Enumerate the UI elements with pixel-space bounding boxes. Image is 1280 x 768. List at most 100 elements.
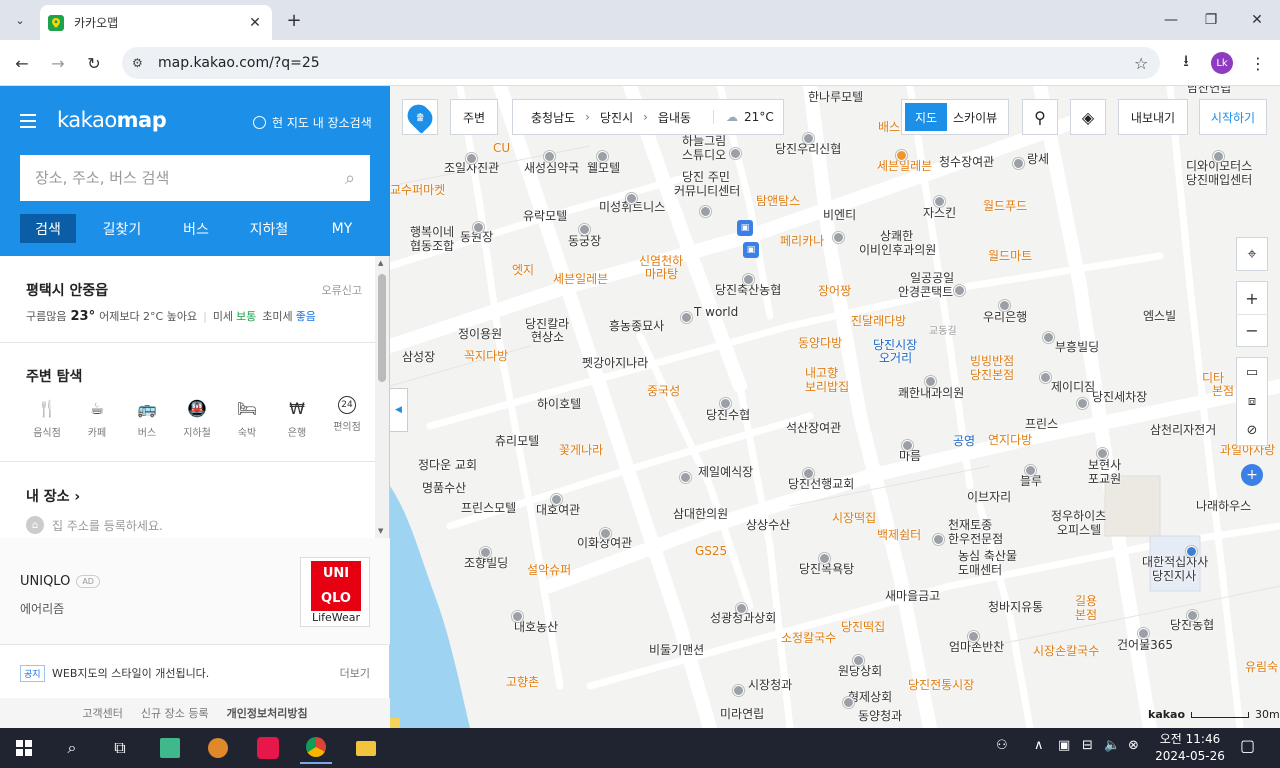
poi-marker-icon[interactable] <box>954 285 965 296</box>
map-label[interactable]: 엄마손반찬 <box>949 640 1004 654</box>
tab-bus[interactable]: 버스 <box>168 214 224 243</box>
tray-chevron-up-icon[interactable]: ∧ <box>1034 738 1044 753</box>
map-label[interactable]: 동양청과 <box>858 709 902 723</box>
hamburger-menu-icon[interactable] <box>20 114 36 128</box>
poi-marker-icon[interactable] <box>1097 448 1108 459</box>
map-label[interactable]: 당진전통시장 <box>908 678 974 692</box>
scroll-up-arrow-icon[interactable]: ▲ <box>378 259 383 267</box>
map-label[interactable]: 오거리 <box>879 351 912 365</box>
map-label[interactable]: 하이호텔 <box>537 397 581 411</box>
map-label[interactable]: 보리밥집 <box>805 380 849 394</box>
map-label[interactable]: 시장손칼국수 <box>1033 644 1099 658</box>
poi-marker-icon[interactable] <box>626 193 637 204</box>
map-label[interactable]: 자스킨 <box>923 206 956 220</box>
map-label[interactable]: 삼천리자전거 <box>1150 423 1216 437</box>
ime-close-icon[interactable]: ⊗ <box>1128 738 1139 753</box>
map-label[interactable]: T world <box>694 305 738 319</box>
map-label[interactable]: 미라연립 <box>720 707 764 721</box>
volume-icon[interactable]: 🔈 <box>1104 738 1120 753</box>
search-icon[interactable]: ⌕ <box>330 168 370 189</box>
poi-marker-icon[interactable] <box>579 224 590 235</box>
tiger-app-icon[interactable] <box>202 732 234 764</box>
nearby-button[interactable]: 주변 <box>450 99 498 135</box>
map-label[interactable]: 당진목욕탕 <box>799 562 854 576</box>
region-city[interactable]: 당진시 <box>600 109 633 126</box>
scroll-down-arrow-icon[interactable]: ▼ <box>378 527 383 535</box>
area-measure-icon[interactable]: ⧈ <box>1236 387 1268 416</box>
map-label[interactable]: 월드마트 <box>988 249 1032 263</box>
map-label[interactable]: 커뮤니티센터 <box>674 184 740 198</box>
poi-marker-icon[interactable] <box>736 603 747 614</box>
hospital-marker-icon[interactable] <box>925 376 936 387</box>
map-label[interactable]: 당진선행교회 <box>788 477 854 491</box>
map-label[interactable]: 나래하우스 <box>1196 499 1251 513</box>
poi-marker-icon[interactable] <box>544 151 555 162</box>
map-label[interactable]: 삼대한의원 <box>673 507 728 521</box>
map-label[interactable]: 마름 <box>899 449 921 463</box>
map-label[interactable]: 도매센터 <box>958 563 1002 577</box>
map-label[interactable]: 랑세 <box>1027 152 1049 166</box>
map-label[interactable]: 공영 <box>953 434 975 448</box>
poi-marker-icon[interactable] <box>843 697 854 708</box>
task-view-icon[interactable]: ⧉ <box>104 732 136 764</box>
poi-marker-icon[interactable] <box>680 472 691 483</box>
map-label[interactable]: 한우전문점 <box>948 532 1003 546</box>
map-label[interactable]: 빙빙반점 <box>970 354 1014 368</box>
zoom-in-icon[interactable]: + <box>1236 282 1268 314</box>
map-label[interactable]: 마라탕 <box>645 267 678 281</box>
inmap-search-toggle[interactable]: 현 지도 내 장소검색 <box>253 114 372 131</box>
export-button[interactable]: 내보내기 <box>1118 99 1188 135</box>
poi-marker-icon[interactable] <box>730 148 741 159</box>
map-label[interactable]: 청수장여관 <box>939 155 994 169</box>
map-label[interactable]: 일공공일 <box>910 271 954 285</box>
map-label[interactable]: 새성심약국 <box>524 161 579 175</box>
add-place-plus-icon[interactable]: + <box>1241 464 1263 486</box>
poi-marker-icon[interactable] <box>597 151 608 162</box>
map-label[interactable]: 청바지유통 <box>988 600 1043 614</box>
map-label[interactable]: 협동조합 <box>410 239 454 253</box>
poi-marker-icon[interactable] <box>833 232 844 243</box>
poi-marker-icon[interactable] <box>853 655 864 666</box>
notice-text[interactable]: WEB지도의 스타일이 개선됩니다. <box>52 665 209 681</box>
map-label[interactable]: 본점 <box>1212 384 1234 398</box>
new-tab-plus-icon[interactable]: + <box>282 8 306 32</box>
taskbar-search-icon[interactable]: ⌕ <box>56 732 88 764</box>
search-input[interactable] <box>35 169 330 187</box>
zoom-out-icon[interactable]: − <box>1236 314 1268 346</box>
map-label[interactable]: 꼭지다방 <box>464 349 508 363</box>
poi-marker-icon[interactable] <box>934 196 945 207</box>
browser-menu-kebab-icon[interactable]: ⋮ <box>1246 51 1270 75</box>
region-breadcrumb[interactable]: 충청남도 › 당진시 › 읍내동 ☁ 21°C <box>512 99 784 135</box>
map-label[interactable]: 블루 <box>1020 474 1042 488</box>
layers-icon[interactable]: ◈ <box>1070 99 1106 135</box>
map-label[interactable]: 상상수산 <box>746 518 790 532</box>
bank-marker-icon[interactable] <box>743 274 754 285</box>
map-label[interactable]: 한나루모텔 <box>808 90 863 104</box>
bus-stop-icon[interactable]: ▣ <box>737 220 753 236</box>
map-type-skyview-button[interactable]: 스카이뷰 <box>953 109 997 126</box>
map-label[interactable]: 부흥빌딩 <box>1055 340 1099 354</box>
map-label[interactable]: 명품수산 <box>422 481 466 495</box>
kakaomap-logo[interactable]: kakaomap <box>57 108 166 132</box>
map-label[interactable]: 삼성장 <box>402 350 435 364</box>
poi-marker-icon[interactable] <box>551 494 562 505</box>
poi-marker-icon[interactable] <box>480 547 491 558</box>
uniqlo-ad[interactable]: UNIQLO AD 에어리즘 UNI QLO LifeWear <box>0 538 390 644</box>
poi-marker-icon[interactable] <box>1138 628 1149 639</box>
map-label[interactable]: 엠스빌 <box>1143 309 1176 323</box>
map-label[interactable]: 교수퍼마켓 <box>390 183 445 197</box>
map-label[interactable]: 원당상회 <box>838 664 882 678</box>
scrollbar-thumb[interactable] <box>378 274 386 382</box>
map-label[interactable]: 연지다방 <box>988 433 1032 447</box>
bus-stop-icon[interactable]: ▣ <box>743 242 759 258</box>
map-label[interactable]: 포교원 <box>1088 472 1121 486</box>
map-label[interactable]: 시장떡집 <box>832 511 876 525</box>
profile-avatar[interactable]: Lk <box>1211 52 1233 74</box>
map-label[interactable]: 우리은행 <box>983 310 1027 324</box>
map-label[interactable]: 백제쉼터 <box>877 528 921 542</box>
map-label[interactable]: 유락모텔 <box>523 209 567 223</box>
map-label[interactable]: 세븐일레븐 <box>877 159 932 173</box>
map-label[interactable]: 고향촌 <box>506 675 539 689</box>
map-label[interactable]: 건어물365 <box>1117 638 1173 652</box>
map-label[interactable]: GS25 <box>695 544 727 558</box>
